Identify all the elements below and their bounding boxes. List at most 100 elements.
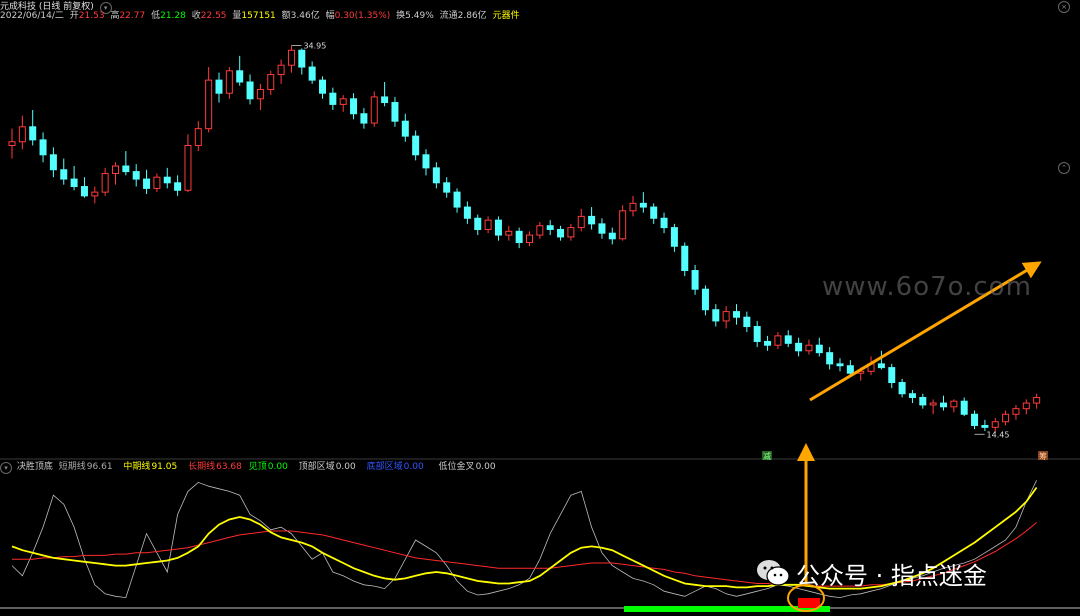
candle-body [536, 225, 544, 236]
candle-body [981, 424, 989, 428]
candle-body [577, 215, 585, 229]
candle-body [370, 96, 378, 124]
quote-amount-value: 3.46亿 [290, 11, 320, 21]
candle-body [588, 215, 596, 225]
candle-body [733, 311, 740, 318]
mid-line-label: 中期线 [123, 462, 151, 472]
candle-body [1022, 402, 1030, 410]
candle-body [80, 186, 88, 197]
candle-body [608, 232, 616, 240]
top-signal-value: 0.00 [267, 462, 288, 472]
candle-body [722, 311, 730, 322]
candle-body [484, 219, 492, 230]
candle-body [701, 288, 709, 311]
candle-body [846, 365, 854, 374]
candle-body [8, 141, 16, 146]
candle-body [971, 413, 979, 426]
candle-body [381, 96, 389, 104]
candle-body [277, 64, 285, 76]
quote-date: 2022/06/14/二 [0, 11, 64, 21]
quote-change-label: 幅 [325, 11, 335, 21]
indicator-name: 决胜顶底 [16, 462, 53, 472]
candle-body [546, 225, 554, 230]
candle-body [60, 169, 68, 180]
candle-body [287, 49, 295, 66]
candle-body [49, 154, 57, 171]
quote-open-label: 开 [69, 11, 79, 21]
bottom-zone-label: 底部区域 [366, 462, 403, 472]
candle-body [753, 326, 761, 342]
candle-body [101, 172, 109, 193]
high-price-label: 34.95 [303, 42, 326, 51]
candle-body [764, 340, 772, 346]
candle-body [143, 178, 151, 189]
candle-body [194, 128, 202, 146]
candle-body [153, 176, 161, 189]
candle-body [1012, 408, 1020, 415]
candle-body [163, 176, 171, 184]
badge-left: 减 [763, 451, 771, 461]
candle-body [991, 421, 999, 428]
watermark-text: www.6o7o.com [822, 272, 1032, 302]
mid-line-value: 91.05 [151, 462, 178, 472]
candle-body [619, 210, 627, 240]
candle-body [526, 234, 533, 244]
candle-body [888, 367, 896, 384]
candle-body [308, 66, 316, 81]
golden-cross-label: 低位金叉 [438, 462, 475, 472]
quote-sector: 元器件 [492, 11, 520, 21]
indicator-menu-icon[interactable]: ▾ [0, 462, 12, 474]
candle-body [1002, 413, 1010, 423]
candlestick-series [8, 45, 1041, 433]
badge-right: 筹 [1039, 451, 1047, 461]
candle-body [629, 202, 637, 212]
close-icon[interactable]: × [1058, 1, 1070, 13]
candle-body [112, 165, 119, 174]
low-price-label: 14.45 [987, 430, 1010, 439]
candle-body [225, 70, 233, 94]
candle-body [132, 171, 140, 180]
candle-body [412, 135, 420, 156]
indicator-legend: ▾ 决胜顶底 短期线96.61 中期线91.05 长期线63.68 见顶0.00… [0, 461, 499, 474]
candle-body [826, 352, 834, 365]
candle-body [557, 228, 565, 238]
candle-body [691, 270, 699, 290]
top-zone-label: 顶部区域 [298, 462, 335, 472]
candle-body [360, 113, 368, 124]
quote-change-value: 0.30(1.35%) [334, 11, 391, 21]
candle-body [474, 217, 482, 230]
quote-float-label: 流通 [439, 11, 458, 21]
quote-low-label: 低 [151, 11, 161, 21]
long-line-value: 63.68 [216, 462, 242, 472]
quote-amount-label: 额 [281, 11, 291, 21]
candle-body [960, 400, 968, 415]
candle-body [215, 79, 223, 94]
candle-body [815, 344, 823, 354]
candle-body [70, 178, 78, 188]
candle-body [422, 154, 430, 169]
candle-body [174, 182, 182, 191]
wechat-icon [757, 560, 790, 586]
candle-body [122, 165, 130, 173]
long-line-label: 长期线 [188, 462, 216, 472]
candle-body [298, 49, 306, 68]
candle-body [598, 223, 606, 234]
wechat-account: 公众号 · 指点迷金 [796, 561, 987, 590]
candle-body [267, 74, 275, 90]
candle-body [743, 316, 751, 328]
candle-body [929, 402, 937, 406]
candle-body [681, 245, 689, 272]
quote-open-value: 21.53 [78, 11, 105, 21]
candle-body [236, 70, 244, 83]
candle-body [350, 98, 358, 115]
settings-icon[interactable]: ⌃ [1058, 162, 1070, 174]
quote-close-label: 收 [191, 11, 201, 21]
candle-body [919, 396, 927, 406]
quote-turnover-value: 5.49% [405, 11, 434, 21]
candle-body [29, 126, 37, 141]
candle-body [319, 79, 326, 94]
quote-bar: 2022/06/14/二 开21.53 高22.77 低21.28 收22.55… [0, 10, 523, 23]
candle-body [940, 402, 947, 408]
candle-body [505, 230, 513, 236]
stock-chart[interactable]: 34.95 14.45 减 筹 [0, 0, 1080, 616]
